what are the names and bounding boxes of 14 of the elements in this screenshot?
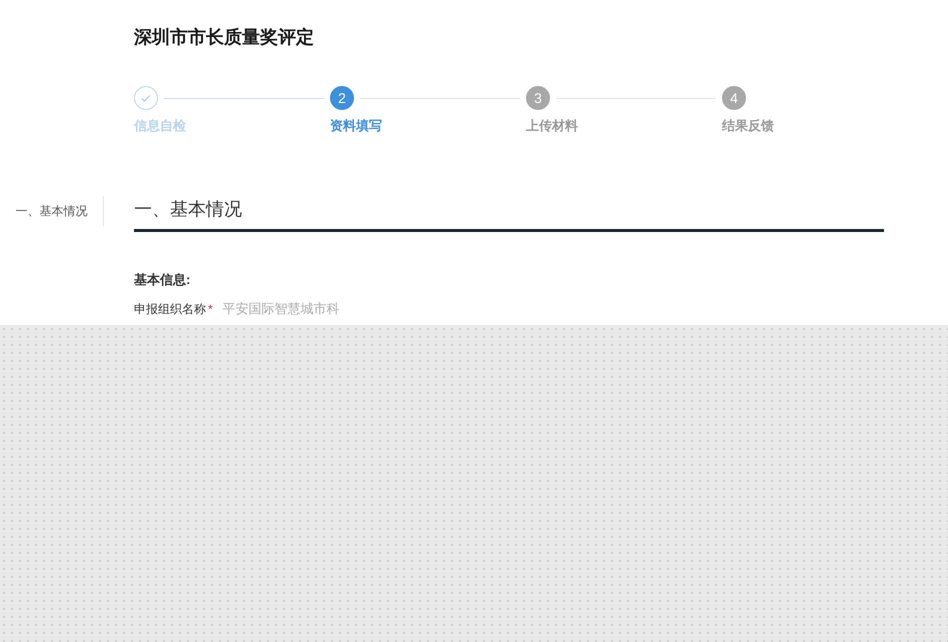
step-label: 结果反馈 [722, 117, 774, 135]
side-nav-item[interactable]: 一、基本情况 [16, 202, 88, 220]
step-number: 3 [526, 86, 550, 110]
field-label: 申报组织名称 [134, 300, 206, 318]
page-title: 深圳市市长质量奖评定 [134, 26, 315, 49]
step-number: 4 [722, 86, 746, 110]
step-number: 2 [330, 86, 354, 110]
step-label: 信息自检 [134, 117, 187, 135]
required-mark: * [208, 300, 213, 318]
subheading: 基本信息: [134, 270, 192, 288]
step-label: 资料填写 [330, 117, 383, 135]
step-label: 上传材料 [526, 117, 579, 135]
field-value: 平安国际智慧城市科 [222, 300, 340, 318]
section-title: 一、基本情况 [134, 196, 884, 232]
